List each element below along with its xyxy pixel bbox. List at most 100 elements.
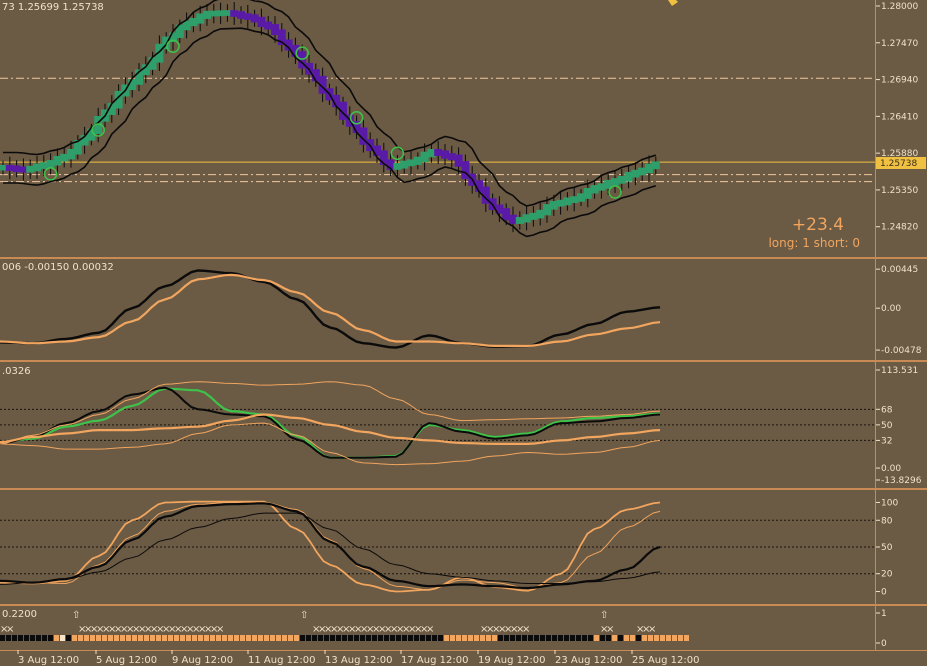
oscillator-tick-label-4: 0.00 [881, 464, 901, 474]
strip-cell-91 [546, 635, 551, 641]
strip-cell-89 [534, 635, 539, 641]
time-label-5: 17 Aug 12:00 [401, 655, 468, 666]
strip-cell-17 [102, 635, 107, 641]
price-tick-label-6: 1.24820 [881, 223, 918, 233]
strip-cell-51 [306, 635, 311, 641]
strip-cell-100 [600, 635, 605, 641]
strip-cell-78 [468, 635, 473, 641]
strip-cell-84 [504, 635, 509, 641]
pane-separator-3 [0, 604, 927, 606]
strip-cell-0 [0, 635, 5, 641]
candle-body-58 [393, 162, 402, 170]
strip-cross-45: × [426, 624, 434, 635]
strip-cell-95 [570, 635, 575, 641]
strip-cell-29 [174, 635, 179, 641]
strip-cell-101 [606, 635, 611, 641]
strip-arrow-icon-2: ⇧ [600, 610, 608, 621]
strip-cell-80 [480, 635, 485, 641]
strip-cell-39 [234, 635, 239, 641]
stochastic-tick-label-2: 50 [881, 543, 893, 553]
pane-separator-0 [0, 257, 927, 259]
strip-cell-81 [486, 635, 491, 641]
strip-cell-50 [300, 635, 305, 641]
strip-cell-33 [198, 635, 203, 641]
current-price-tag-label: 1.25738 [880, 159, 917, 169]
time-label-8: 25 Aug 12:00 [632, 655, 699, 666]
strip-cell-10 [60, 635, 65, 641]
strip-cross-58: × [648, 624, 656, 635]
strip-cell-88 [528, 635, 533, 641]
strip-cell-73 [438, 635, 443, 641]
strip-cell-92 [552, 635, 557, 641]
time-label-4: 13 Aug 12:00 [325, 655, 392, 666]
price-info: 73 1.25699 1.25738 [2, 2, 104, 13]
strip-cell-77 [462, 635, 467, 641]
strip-cell-18 [108, 635, 113, 641]
strip-cell-26 [156, 635, 161, 641]
strip-cell-22 [132, 635, 137, 641]
positions-label: long: 1 short: 0 [768, 236, 860, 250]
strip-cell-61 [366, 635, 371, 641]
strip-cell-35 [210, 635, 215, 641]
strip-cell-70 [420, 635, 425, 641]
strip-cell-113 [678, 635, 683, 641]
strip-cell-43 [258, 635, 263, 641]
strip-cell-44 [264, 635, 269, 641]
signal-strip-info: 0.2200 [2, 609, 37, 620]
strip-cell-82 [492, 635, 497, 641]
strip-cell-106 [636, 635, 641, 641]
candle-body-7 [46, 160, 55, 168]
time-axis-border [0, 650, 927, 651]
strip-tick-label-1: 0 [881, 639, 887, 649]
candle-body-77 [522, 214, 531, 223]
strip-cell-46 [276, 635, 281, 641]
strip-cell-12 [72, 635, 77, 641]
strip-cross-55: × [606, 624, 614, 635]
stochastic-tick-label-0: 100 [881, 498, 898, 508]
oscillator-info: .0326 [2, 366, 31, 377]
strip-cell-56 [336, 635, 341, 641]
strip-arrow-icon-0: ⇧ [72, 610, 80, 621]
strip-cell-94 [564, 635, 569, 641]
strip-cell-7 [42, 635, 47, 641]
strip-cell-15 [90, 635, 95, 641]
strip-cell-63 [378, 635, 383, 641]
candle-body-38 [257, 16, 266, 28]
strip-cell-19 [114, 635, 119, 641]
strip-cell-67 [402, 635, 407, 641]
strip-cell-5 [30, 635, 35, 641]
strip-cell-62 [372, 635, 377, 641]
oscillator-tick-label-1: 68 [881, 405, 893, 415]
price-tick-label-1: 1.27470 [881, 39, 918, 49]
strip-cell-85 [510, 635, 515, 641]
strip-cell-57 [342, 635, 347, 641]
strip-cell-104 [624, 635, 629, 641]
oscillator-tick-label-2: 50 [881, 421, 893, 431]
strip-cell-112 [672, 635, 677, 641]
strip-cell-72 [432, 635, 437, 641]
candle-body-87 [590, 185, 599, 194]
candle-body-92 [624, 171, 633, 182]
macd-tick-label-1: 0.00 [881, 304, 901, 314]
strip-cell-41 [246, 635, 251, 641]
strip-cell-34 [204, 635, 209, 641]
strip-cell-87 [522, 635, 527, 641]
strip-cell-90 [540, 635, 545, 641]
oscillator-tick-label-3: 32 [881, 436, 892, 446]
strip-cross-53: × [522, 624, 530, 635]
stochastic-tick-label-1: 80 [881, 516, 893, 526]
strip-cell-93 [558, 635, 563, 641]
strip-cell-47 [282, 635, 287, 641]
strip-cell-97 [582, 635, 587, 641]
strip-cell-30 [180, 635, 185, 641]
oscillator-tick-label-5: -13.8296 [881, 476, 922, 486]
strip-cross-25: × [216, 624, 224, 635]
strip-cell-52 [312, 635, 317, 641]
strip-cell-38 [228, 635, 233, 641]
strip-cell-48 [288, 635, 293, 641]
strip-cell-105 [630, 635, 635, 641]
profit-label: +23.4 [792, 215, 844, 235]
strip-cell-76 [456, 635, 461, 641]
strip-cell-49 [294, 635, 299, 641]
strip-cell-24 [144, 635, 149, 641]
